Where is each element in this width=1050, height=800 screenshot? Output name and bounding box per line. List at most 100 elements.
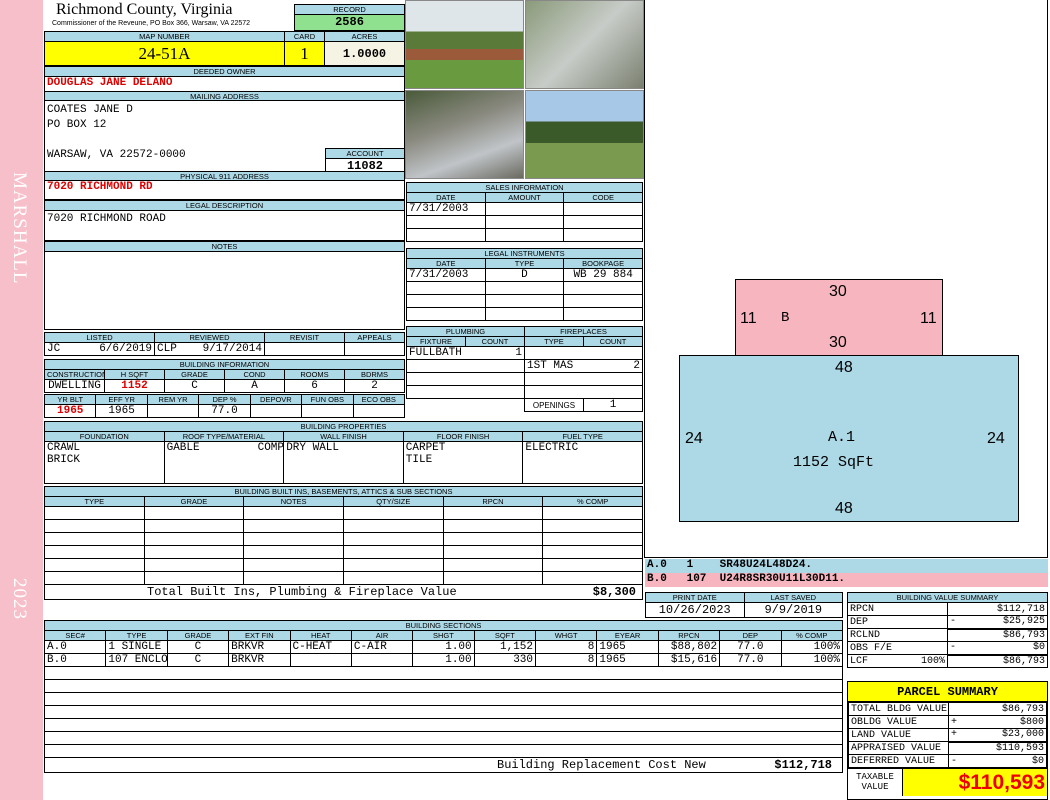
appraised-value: $110,593	[948, 740, 1047, 755]
section-cell: 100%	[780, 653, 843, 667]
plumbing-table: PLUMBING FIXTURE COUNT FULLBATH 1	[406, 326, 525, 399]
section-cell	[289, 653, 352, 667]
owner-block: DEEDED OWNER DOUGLAS JANE DELANO MAILING…	[44, 66, 405, 200]
property-photo-3[interactable]	[405, 90, 524, 179]
sales-col-date: DATE	[406, 192, 486, 203]
prop-col: FOUNDATION	[44, 431, 165, 442]
by-col: EFF YR	[95, 394, 148, 405]
by-col: FUN OBS	[301, 394, 354, 405]
built-ins-table: BUILDING BUILT INS, BASEMENTS, ATTICS & …	[44, 486, 643, 600]
ps-label: TOTAL BLDG VALUE	[848, 702, 949, 716]
section-cell: C	[166, 653, 230, 667]
taxable-row: TAXABLE VALUE $110,593	[848, 768, 1047, 796]
minus-sign: -	[950, 642, 957, 654]
by-col: YR BLT	[43, 394, 97, 405]
record-label: RECORD	[295, 5, 404, 15]
dates-table: PRINT DATE LAST SAVED 10/26/2023 9/9/2019	[645, 592, 843, 618]
section-cell: $88,802	[657, 640, 721, 654]
bi-type: TYPE	[44, 496, 145, 507]
appeals-label: APPEALS	[344, 332, 405, 343]
fp-type-label: TYPE	[524, 336, 584, 347]
notes-label: NOTES	[45, 242, 404, 252]
prop-col: FLOOR FINISH	[402, 431, 524, 442]
bvs-rclnd: $86,793	[947, 627, 1048, 642]
li-date: 7/31/2003	[406, 268, 486, 282]
roof-material: COMP SHGLS	[257, 442, 284, 455]
li-book: WB 29 884	[563, 268, 643, 282]
minus-sign: -	[950, 616, 957, 628]
section-col-header: % COMP	[780, 630, 843, 641]
property-photo-2[interactable]	[525, 0, 644, 89]
mail-line-1: COATES JANE D	[47, 104, 133, 116]
built-in-row	[44, 545, 643, 559]
bvs-label: OBS F/E	[847, 641, 948, 655]
section-cell: B.0	[43, 653, 107, 667]
section-col-header: GRADE	[166, 630, 230, 641]
li-type: D	[484, 268, 565, 282]
section-cell: BRKVR	[228, 653, 291, 667]
last-saved: 9/9/2019	[743, 602, 843, 618]
section-cell: 8	[534, 640, 598, 654]
land-value: $23,000	[1001, 729, 1044, 741]
section-cell: 1 SINGLE FAMILY	[105, 640, 168, 654]
section-cell: 1965	[596, 653, 659, 667]
built-ins-total-label: Total Built Ins, Plumbing & Fireplace Va…	[147, 585, 457, 599]
card-label: CARD	[284, 31, 325, 42]
map-number: 24-51A	[44, 41, 285, 66]
building-info-title: BUILDING INFORMATION	[44, 359, 405, 370]
building-sections-table: BUILDING SECTIONS SEC# TYPE GRADE EXT FIN HE…	[43, 620, 843, 773]
properties-title: BUILDING PROPERTIES	[44, 421, 643, 432]
property-photo-4[interactable]	[525, 90, 644, 179]
map-label: MAP NUMBER	[44, 31, 285, 42]
section-col-header: DEP	[719, 630, 782, 641]
building-section-row	[44, 692, 843, 706]
fireplaces-title: FIREPLACES	[524, 326, 643, 337]
section-cell: C-AIR	[350, 640, 414, 654]
property-photo-1[interactable]	[405, 0, 524, 89]
section-cell	[350, 653, 414, 667]
building-properties-table: BUILDING PROPERTIES FOUNDATION ROOF TYPE/…	[44, 421, 643, 484]
section-cell: 77.0	[719, 653, 782, 667]
fixture: FULLBATH	[406, 346, 466, 360]
section-col-header: RPCN	[657, 630, 721, 641]
building-section-row	[44, 731, 843, 745]
by-col: REM YR	[146, 394, 200, 405]
section-col-header: HEAT	[289, 630, 352, 641]
legal-instruments-table: LEGAL INSTRUMENTS DATE TYPE BOOKPAGE 7/31/…	[406, 248, 643, 321]
parcel-summary: PARCEL SUMMARY TOTAL BLDG VALUE $86,793 O…	[847, 681, 1048, 800]
rooms: 6	[284, 379, 345, 393]
built-ins-total: $8,300	[592, 585, 636, 599]
bedrooms: 2	[344, 379, 405, 393]
roof-type: GABLE	[166, 442, 200, 455]
bvs-label: DEP	[847, 615, 948, 629]
floor-finish: CARPET TILE	[402, 441, 524, 484]
section-col-header: SEC#	[43, 630, 107, 641]
sales-col-amount: AMOUNT	[484, 192, 565, 203]
reviewed-cell: CLP 9/17/2014	[154, 342, 265, 356]
building-value-summary: BUILDING VALUE SUMMARY RPCN $112,718 DEP -…	[847, 592, 1048, 668]
foundation-1: CRAWL	[47, 442, 81, 455]
section-cell: 330	[473, 653, 537, 667]
county-subtitle: Commissioner of the Reveune, PO Box 366,…	[52, 20, 251, 27]
sketch-vector-a: A.0 1 SR48U24L48D24.	[645, 559, 1048, 573]
prop-col: WALL FINISH	[283, 431, 404, 442]
sale-date: 7/31/2003	[406, 202, 486, 216]
dim-a-right: 24	[987, 430, 1005, 447]
section-cell: 1.00	[412, 653, 475, 667]
by-col: DEPOVR	[249, 394, 303, 405]
heated-sqft: 1152	[104, 379, 165, 393]
account-label: ACCOUNT	[326, 149, 404, 159]
section-cell: C-HEAT	[289, 640, 352, 654]
built-in-row	[44, 506, 643, 520]
bvs-label: RCLND	[847, 628, 948, 642]
bvs-title: BUILDING VALUE SUMMARY	[847, 592, 1048, 603]
sketch-area[interactable]: 30 11 B 11 30 48 24 A.1 1152 SqFt 24 48	[644, 0, 1048, 558]
li-col-bookpage: BOOKPAGE	[563, 258, 643, 269]
ps-label: LAND VALUE	[848, 728, 949, 742]
account-number: 11082	[346, 159, 383, 173]
construction-style: DWELLING	[44, 379, 105, 393]
plus-sign: +	[951, 729, 958, 741]
fireplaces-table: FIREPLACES TYPE COUNT 1ST MAS 2 OPENINGS 1	[524, 326, 643, 412]
sales-title: SALES INFORMATION	[406, 182, 643, 193]
last-saved-label: LAST SAVED	[743, 592, 843, 603]
